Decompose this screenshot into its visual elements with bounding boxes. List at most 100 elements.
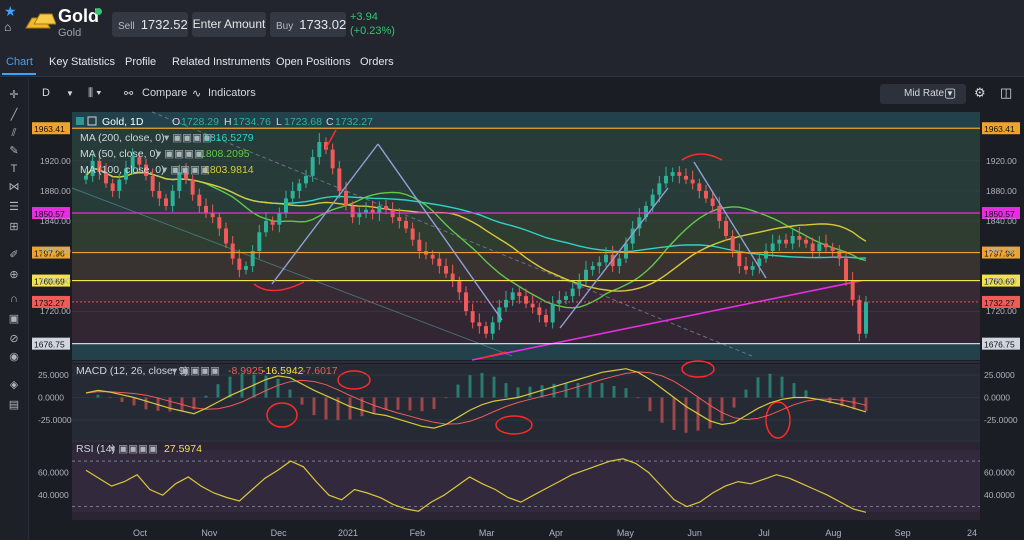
- macd-axis-tick-left: 0.0000: [38, 393, 64, 403]
- layers-icon[interactable]: ◈: [7, 378, 21, 392]
- price-axis-tick-right: 1760.00: [986, 276, 1017, 286]
- candle-body: [724, 220, 728, 236]
- candle-body: [650, 194, 655, 206]
- macd-histogram-bar: [864, 397, 868, 411]
- brush-icon[interactable]: ✐: [7, 248, 21, 262]
- tab-key-statistics[interactable]: Key Statistics: [49, 56, 115, 68]
- candle-body: [204, 205, 208, 214]
- candle-body: [150, 175, 155, 191]
- magnet-icon[interactable]: ∩: [7, 292, 21, 306]
- instrument-title: Gold: [58, 6, 99, 26]
- eye-icon[interactable]: ◉: [7, 350, 21, 364]
- tab-profile[interactable]: Profile: [125, 56, 156, 68]
- trendline-icon[interactable]: ╱: [7, 108, 21, 122]
- ma50-value: 1808.2095: [200, 148, 250, 160]
- macd-histogram-bar: [744, 389, 748, 398]
- text-tool-icon[interactable]: T: [7, 162, 21, 176]
- chart-toolbar: D ▼ ⫼ ▾ ⚯ Compare ∿ Indicators Mid Rate …: [32, 81, 1022, 107]
- macd-histogram-bar: [288, 389, 292, 398]
- ma50-label: MA (50, close, 0): [80, 148, 159, 160]
- ohlc-high-value: 1734.76: [233, 116, 271, 128]
- candle-body: [264, 220, 268, 233]
- zoom-icon[interactable]: ⊕: [7, 268, 21, 282]
- tab-related-instruments[interactable]: Related Instruments: [172, 56, 270, 68]
- channel-icon[interactable]: ⫽: [7, 126, 21, 140]
- active-tab-indicator: [2, 73, 36, 75]
- lock-icon[interactable]: ▣: [7, 312, 21, 326]
- candle-body: [737, 251, 742, 267]
- star-icon[interactable]: ★: [4, 4, 18, 18]
- candle-body: [377, 205, 382, 214]
- tag-icon[interactable]: ⌂: [4, 20, 18, 34]
- candle-body: [664, 175, 668, 184]
- macd-histogram-bar: [240, 374, 244, 398]
- price-axis-tick-left: 1840.00: [40, 216, 71, 226]
- amount-input[interactable]: Enter Amount: [192, 12, 266, 37]
- price-axis-tick-right: 1920.00: [986, 156, 1017, 166]
- candle-body: [550, 303, 555, 323]
- ohlc-low-label: L: [276, 116, 282, 128]
- macd-histogram-bar: [132, 397, 136, 406]
- tab-orders[interactable]: Orders: [360, 56, 394, 68]
- candle-body: [530, 303, 535, 308]
- candle-body: [517, 292, 522, 297]
- candle-body: [844, 258, 848, 282]
- price-zone: [72, 343, 980, 360]
- compare-icon[interactable]: ⚯: [124, 87, 133, 100]
- macd-histogram-bar: [348, 397, 352, 420]
- interval-chevron-icon[interactable]: ▼: [66, 89, 74, 98]
- indicators-icon[interactable]: ∿: [192, 87, 201, 100]
- sell-button[interactable]: Sell 1732.52: [112, 12, 188, 37]
- crosshair-icon[interactable]: ✛: [7, 88, 21, 102]
- price-zone: [72, 213, 980, 253]
- hide-drawings-icon[interactable]: ⊘: [7, 332, 21, 346]
- candle-body: [677, 172, 682, 176]
- candle-body: [590, 266, 595, 270]
- macd-controls-icon[interactable]: ▾ ▣▣▣▣: [172, 365, 220, 377]
- chart-type-icon[interactable]: ⫼ ▾: [88, 87, 101, 100]
- macd-axis-tick-right: 25.0000: [984, 370, 1015, 380]
- time-axis-tick: Jul: [758, 528, 770, 538]
- compare-button[interactable]: Compare: [142, 87, 187, 99]
- price-axis-tick-right: 1840.00: [986, 216, 1017, 226]
- ma50-controls-icon[interactable]: ▾ ▣▣▣▣: [156, 148, 204, 160]
- rsi-controls-icon[interactable]: ▾ ▣▣▣▣: [110, 443, 158, 455]
- collapse-icon[interactable]: [76, 117, 84, 125]
- tab-chart[interactable]: Chart: [6, 56, 33, 68]
- market-open-indicator: [95, 8, 102, 15]
- measure-icon[interactable]: ⊞: [7, 220, 21, 234]
- screenshot-icon[interactable]: ◫: [1000, 85, 1012, 101]
- macd-histogram-bar: [168, 397, 172, 412]
- macd-value-1: -8.9925: [228, 365, 264, 377]
- tab-open-positions[interactable]: Open Positions: [276, 56, 351, 68]
- macd-histogram-bar: [96, 394, 100, 398]
- pattern-icon[interactable]: ⋈: [7, 180, 21, 194]
- settings-icon[interactable]: ⚙: [974, 85, 986, 101]
- pencil-icon[interactable]: ✎: [7, 144, 21, 158]
- macd-histogram-bar: [312, 397, 316, 416]
- trash-icon[interactable]: ▤: [7, 398, 21, 412]
- candle-body: [524, 296, 528, 304]
- time-axis-tick: Feb: [410, 528, 426, 538]
- price-zone: [72, 301, 980, 344]
- ohlc-open-label: O: [172, 116, 180, 128]
- candle-body: [310, 157, 315, 176]
- candle-body: [244, 266, 248, 270]
- macd-histogram-bar: [432, 397, 436, 410]
- interval-select[interactable]: D: [42, 87, 50, 99]
- fullscreen-icon[interactable]: ▢: [944, 85, 956, 101]
- macd-histogram-bar: [408, 397, 412, 411]
- buy-label: Buy: [276, 21, 294, 32]
- candle-body: [110, 183, 115, 191]
- ma100-controls-icon[interactable]: ▾ ▣▣▣▣: [162, 164, 210, 176]
- indicators-button[interactable]: Indicators: [208, 87, 256, 99]
- time-axis-tick: 2021: [338, 528, 358, 538]
- time-axis-tick: Apr: [549, 528, 563, 538]
- buy-button[interactable]: Buy 1733.02: [270, 12, 346, 37]
- macd-histogram-bar: [108, 397, 112, 399]
- chart-canvas[interactable]: 1963.41 1963.411850.57 1850.571797.96 1797.…: [32, 108, 1022, 540]
- candle-body: [297, 183, 302, 191]
- macd-axis-tick-left: -25.0000: [38, 415, 72, 425]
- rsi-axis-tick-left: 40.0000: [38, 490, 69, 500]
- fibonacci-icon[interactable]: ☰: [7, 200, 21, 214]
